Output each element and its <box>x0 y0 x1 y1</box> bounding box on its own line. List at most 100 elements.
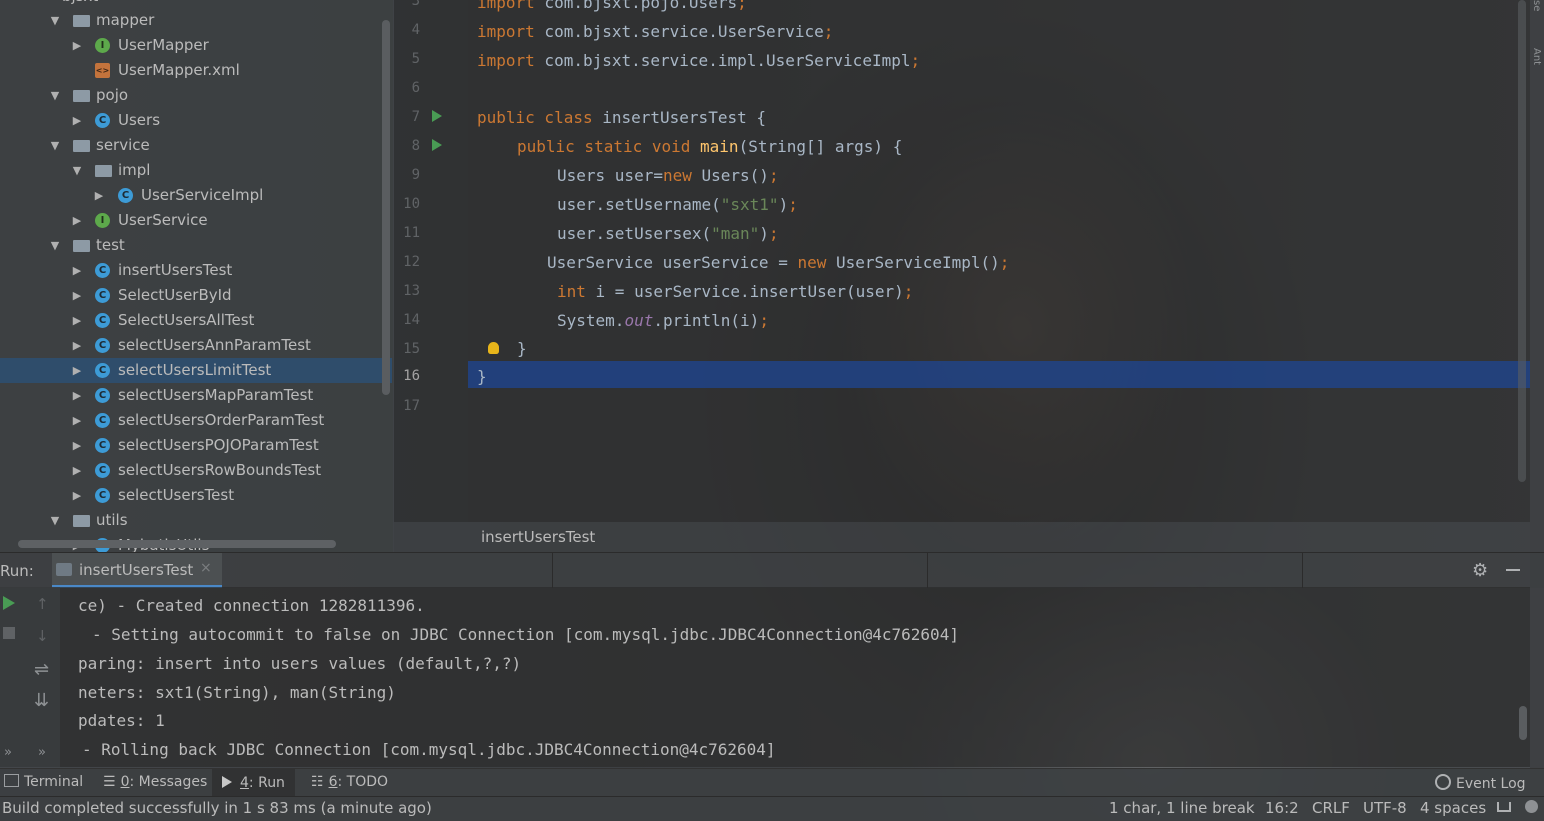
code-token: (String[] args) { <box>738 137 903 156</box>
run-icon <box>222 776 232 788</box>
expand-arrow-icon[interactable]: ▼ <box>48 83 62 108</box>
tree-item-selectuserspojoparamtest[interactable]: ▶ C selectUsersPOJOParamTest <box>0 433 380 458</box>
status-message[interactable]: Build completed successfully in 1 s 83 m… <box>2 799 432 817</box>
tree-item-users[interactable]: ▶ C Users <box>0 108 380 133</box>
collapse-arrow-icon[interactable]: ▶ <box>70 458 84 483</box>
tree-vertical-scrollbar[interactable] <box>382 20 390 395</box>
tree-item-userservice[interactable]: ▶ I UserService <box>0 208 380 233</box>
code-token: ; <box>903 282 914 301</box>
tree-label: pojo <box>96 86 129 104</box>
line-number: 15 <box>403 341 420 357</box>
tree-item-impl[interactable]: ▼ impl <box>0 158 380 183</box>
file-encoding[interactable]: UTF-8 <box>1363 799 1407 817</box>
tree-item-service[interactable]: ▼ service <box>0 133 380 158</box>
console-vertical-scrollbar[interactable] <box>1519 706 1527 740</box>
line-number: 6 <box>411 80 420 96</box>
tree-item-mapper[interactable]: ▼ mapper <box>0 8 380 33</box>
tree-item-selectusersrowboundstest[interactable]: ▶ C selectUsersRowBoundsTest <box>0 458 380 483</box>
tree-item-test[interactable]: ▼ test <box>0 233 380 258</box>
tree-item-utils[interactable]: ▼ utils <box>0 508 380 533</box>
run-tab-inserttest[interactable]: insertUsersTest × <box>52 553 222 588</box>
run-class-icon[interactable] <box>432 110 442 122</box>
tree-item-selectuserbyid[interactable]: ▶ C SelectUserById <box>0 283 380 308</box>
tree-item-selectusersorderparamtest[interactable]: ▶ C selectUsersOrderParamTest <box>0 408 380 433</box>
code-line-15: } <box>517 339 527 358</box>
expand-arrow-icon[interactable]: ▼ <box>48 8 62 33</box>
expand-arrow-icon[interactable]: ▼ <box>70 158 84 183</box>
tree-item-selectuserstest[interactable]: ▶ C selectUsersTest <box>0 483 380 508</box>
tree-item-userserviceimpl[interactable]: ▶ C UserServiceImpl <box>0 183 380 208</box>
right-tool-label[interactable]: se <box>1531 0 1542 11</box>
event-log-button[interactable]: Event Log <box>1435 774 1526 792</box>
terminal-button[interactable]: Terminal <box>4 774 83 790</box>
code-token: insertUsersTest { <box>592 108 766 127</box>
tree-label: selectUsersAnnParamTest <box>118 336 311 354</box>
collapse-arrow-icon[interactable]: ▶ <box>70 108 84 133</box>
tree-horizontal-scrollbar[interactable] <box>18 540 336 548</box>
collapse-arrow-icon[interactable]: ▶ <box>70 408 84 433</box>
minimize-icon[interactable] <box>1506 569 1520 571</box>
tree-label: selectUsersTest <box>118 486 235 504</box>
tree-item-insertuserstest[interactable]: ▶ C insertUsersTest <box>0 258 380 283</box>
class-icon: C <box>95 313 110 328</box>
tree-item-selectuserslimittest[interactable]: ▶ C selectUsersLimitTest <box>0 358 392 383</box>
collapse-arrow-icon[interactable]: ▶ <box>70 33 84 58</box>
class-icon: C <box>95 338 110 353</box>
tree-label: selectUsersOrderParamTest <box>118 411 325 429</box>
tree-item-selectusersannparamtest[interactable]: ▶ C selectUsersAnnParamTest <box>0 333 380 358</box>
code-editor[interactable]: 3 4 5 6 7 8 9 10 11 12 13 14 15 16 17 im… <box>394 0 1530 522</box>
close-icon[interactable]: × <box>200 560 212 576</box>
arrow-up-icon[interactable]: ↑ <box>36 595 49 613</box>
run-console[interactable]: ↑ ↓ ⇌ ⇊ » » ce) - Created connection 128… <box>0 587 1530 767</box>
more-icon[interactable]: » <box>38 745 46 760</box>
more-icon[interactable]: » <box>4 745 12 760</box>
collapse-arrow-icon[interactable]: ▶ <box>70 208 84 233</box>
tree-item-selectusersalltest[interactable]: ▶ C SelectUsersAllTest <box>0 308 380 333</box>
lock-icon[interactable] <box>1497 802 1511 812</box>
tree-item-usermapper-xml[interactable]: <> UserMapper.xml <box>0 58 380 83</box>
code-token: ; <box>759 311 769 330</box>
expand-arrow-icon[interactable]: ▼ <box>48 508 62 533</box>
expand-arrow-icon[interactable]: ▼ <box>48 133 62 158</box>
messages-button[interactable]: ☰ 0: Messages <box>103 774 207 790</box>
collapse-arrow-icon[interactable]: ▶ <box>70 358 84 383</box>
collapse-arrow-icon[interactable]: ▶ <box>70 258 84 283</box>
scroll-to-end-icon[interactable]: ⇊ <box>34 690 49 711</box>
soft-wrap-icon[interactable]: ⇌ <box>34 659 49 680</box>
arrow-down-icon[interactable]: ↓ <box>36 627 49 645</box>
ant-tool-label[interactable]: Ant <box>1531 48 1542 65</box>
collapse-arrow-icon[interactable]: ▶ <box>70 308 84 333</box>
rerun-icon[interactable] <box>3 596 15 610</box>
stop-icon[interactable] <box>3 627 15 639</box>
indent-setting[interactable]: 4 spaces <box>1420 799 1486 817</box>
breadcrumb[interactable]: insertUsersTest <box>481 528 595 546</box>
collapse-arrow-icon[interactable]: ▶ <box>70 333 84 358</box>
collapse-arrow-icon[interactable]: ▶ <box>92 183 106 208</box>
selection-info[interactable]: 1 char, 1 line break <box>1109 799 1255 817</box>
run-button[interactable]: 4: Run <box>212 769 295 797</box>
expand-arrow-icon[interactable]: ▼ <box>48 233 62 258</box>
tree-label: UserMapper.xml <box>118 61 240 79</box>
line-separator[interactable]: CRLF <box>1312 799 1350 817</box>
caret-position[interactable]: 16:2 <box>1265 799 1299 817</box>
code-token: ; <box>768 224 779 243</box>
inspector-icon[interactable] <box>1525 800 1538 813</box>
tree-label: service <box>96 136 150 154</box>
collapse-arrow-icon[interactable]: ▶ <box>70 483 84 508</box>
collapse-arrow-icon[interactable]: ▶ <box>70 283 84 308</box>
todo-button[interactable]: ☷ 6: TODO <box>311 774 388 790</box>
tree-item-selectusersmapparamtest[interactable]: ▶ C selectUsersMapParamTest <box>0 383 380 408</box>
editor-vertical-scrollbar[interactable] <box>1518 0 1526 482</box>
lightbulb-icon[interactable] <box>488 342 499 354</box>
folder-icon <box>95 165 112 177</box>
code-line-11: user.setUsersex("man"); <box>557 224 779 243</box>
code-token: ; <box>768 166 779 185</box>
tree-item-pojo[interactable]: ▼ pojo <box>0 83 380 108</box>
line-number: 5 <box>411 51 420 67</box>
tree-item-usermapper[interactable]: ▶ I UserMapper <box>0 33 380 58</box>
collapse-arrow-icon[interactable]: ▶ <box>70 383 84 408</box>
gear-icon[interactable]: ⚙ <box>1472 560 1488 581</box>
code-line-16: } <box>477 367 487 386</box>
run-main-icon[interactable] <box>432 139 442 151</box>
collapse-arrow-icon[interactable]: ▶ <box>70 433 84 458</box>
